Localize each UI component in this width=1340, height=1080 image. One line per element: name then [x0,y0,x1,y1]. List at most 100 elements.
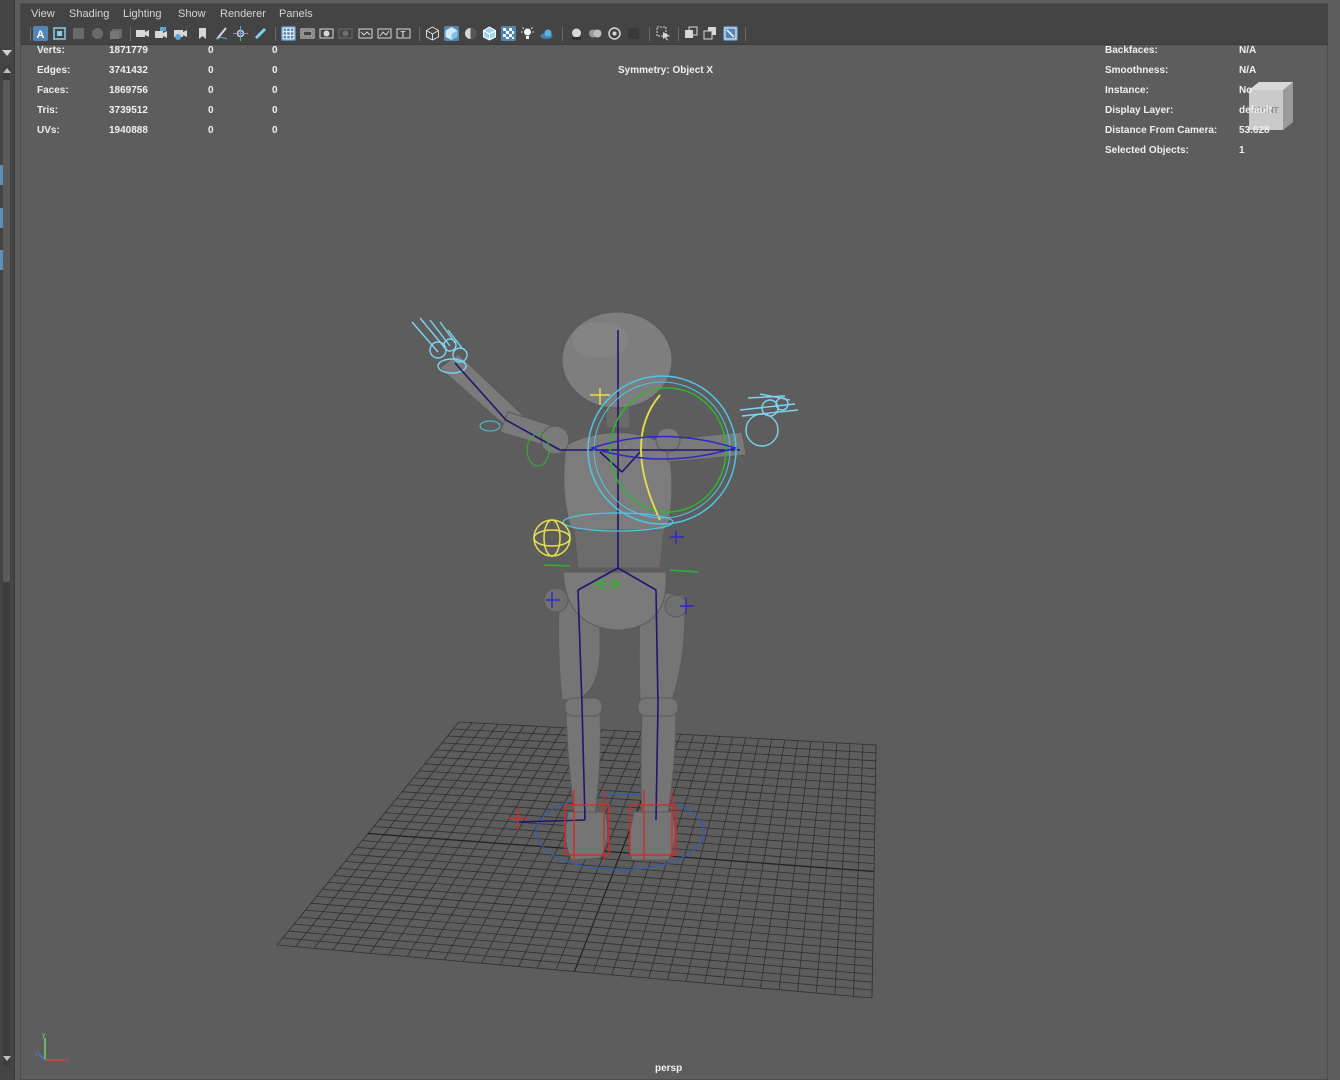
bookmark-icon[interactable] [71,26,86,41]
hud-edges-value: 3741432 [109,65,148,76]
hud-smoothness-value: N/A [1239,65,1257,76]
hud-symmetry: Symmetry: Object X [618,65,714,76]
panel-menu-bar: View Shading Lighting Show Renderer Pane… [21,4,1328,24]
hud-smoothness-label: Smoothness: [1105,65,1169,76]
panel-toolbar: A T [21,24,1328,45]
hud-faces-selected: 0 [208,85,214,96]
camera-film-icon[interactable] [154,26,169,41]
svg-text:z: z [35,1051,39,1058]
grid-icon[interactable] [281,26,296,41]
title-text-icon[interactable]: T [396,26,411,41]
xray-active-icon[interactable] [703,26,718,41]
axis-gizmo-icon: y x z [35,1032,70,1064]
svg-text:y: y [42,1032,46,1039]
hud-instance-value: No [1239,85,1253,96]
perspective-viewport[interactable]: y x z [21,45,1328,1080]
menu-shading[interactable]: Shading [69,8,109,20]
menu-show[interactable]: Show [178,8,206,20]
svg-text:T: T [401,30,406,39]
smooth-shade-all-icon[interactable] [444,26,459,41]
hud-tris-selected: 0 [208,105,214,116]
hud-uvs-component: 0 [272,125,278,136]
move-camera-icon[interactable] [233,26,248,41]
left-elbow-control[interactable] [479,420,501,432]
hud-tris-label: Tris: [37,105,59,116]
menu-renderer[interactable]: Renderer [220,8,266,20]
panel-marker [0,208,3,228]
menu-panels[interactable]: Panels [279,8,313,20]
field-chart-icon[interactable] [338,26,353,41]
safe-action-icon[interactable] [358,26,373,41]
isolate-select-icon[interactable] [656,26,671,41]
multisample-aa-icon[interactable] [607,26,622,41]
safe-title-icon[interactable] [377,26,392,41]
right-shin [640,711,677,816]
right-foot [628,811,676,861]
wireframe-icon[interactable] [425,26,440,41]
textured-icon[interactable] [501,26,516,41]
hud-uvs-value: 1940888 [109,125,148,136]
scroll-down-icon[interactable] [3,1056,11,1061]
shadows-icon[interactable] [539,26,554,41]
hud-display-layer-label: Display Layer: [1105,105,1174,116]
hud-verts-selected: 0 [208,45,214,56]
hud-backfaces-value: N/A [1239,45,1257,56]
xray-icon[interactable] [684,26,699,41]
bookmark-flag-icon[interactable] [195,26,210,41]
two-d-pan-icon[interactable] [109,26,124,41]
camera-attributes-icon[interactable] [52,26,67,41]
motion-blur-icon[interactable] [588,26,603,41]
scroll-up-icon[interactable] [3,68,11,73]
svg-text:x: x [66,1057,70,1064]
left-foot [565,811,609,861]
scene-canvas [276,311,877,999]
screen-space-ao-icon[interactable] [569,26,584,41]
hud-uvs-selected: 0 [208,125,214,136]
select-camera-icon[interactable]: A [33,26,48,41]
hud-edges-label: Edges: [37,65,71,76]
hip-gimbal-control[interactable] [533,519,571,557]
hud-tris-value: 3739512 [109,105,148,116]
xray-joints-icon[interactable] [723,26,738,41]
pencil-icon[interactable] [253,26,268,41]
film-gate-icon[interactable] [300,26,315,41]
hud-distance-label: Distance From Camera: [1105,125,1218,136]
hud-distance-value: 53.628 [1239,125,1270,136]
scrollbar-thumb[interactable] [3,80,10,582]
hud-backfaces-label: Backfaces: [1105,45,1158,56]
root-control[interactable] [535,793,705,871]
hud-verts-component: 0 [272,45,278,56]
hud-uvs-label: UVs: [37,125,60,136]
hud-faces-label: Faces: [37,85,69,96]
hud-edges-selected: 0 [208,65,214,76]
left-knee [564,697,603,717]
hud-faces-component: 0 [272,85,278,96]
menu-view[interactable]: View [31,8,55,20]
camera-icon[interactable] [135,26,150,41]
gate-mask-icon[interactable] [319,26,334,41]
hud-selected-objects-value: 1 [1239,145,1245,156]
image-plane-icon[interactable] [90,26,105,41]
hud-selected-objects-label: Selected Objects: [1105,145,1189,156]
resolution-gate-icon[interactable] [173,26,188,41]
rigged-character[interactable] [411,311,799,871]
hud-edges-component: 0 [272,65,278,76]
waist [573,529,665,569]
hud-verts-label: Verts: [37,45,65,56]
hud-verts-value: 1871779 [109,45,148,56]
grease-pencil-icon[interactable] [214,26,229,41]
use-all-lights-icon[interactable] [520,26,535,41]
camera-name-label: persp [655,1063,683,1074]
menu-lighting[interactable]: Lighting [123,8,162,20]
depth-of-field-icon[interactable] [626,26,641,41]
right-hand-controls[interactable] [739,393,799,447]
hud-faces-value: 1869756 [109,85,148,96]
wireframe-on-shaded-icon[interactable] [482,26,497,41]
left-side-strip [0,0,15,1080]
default-material-icon[interactable] [463,26,478,41]
hud-display-layer-value: default [1239,105,1272,116]
panel-marker [0,250,3,270]
chevron-down-icon[interactable] [2,50,12,56]
hud-instance-label: Instance: [1105,85,1149,96]
hud-tris-component: 0 [272,105,278,116]
